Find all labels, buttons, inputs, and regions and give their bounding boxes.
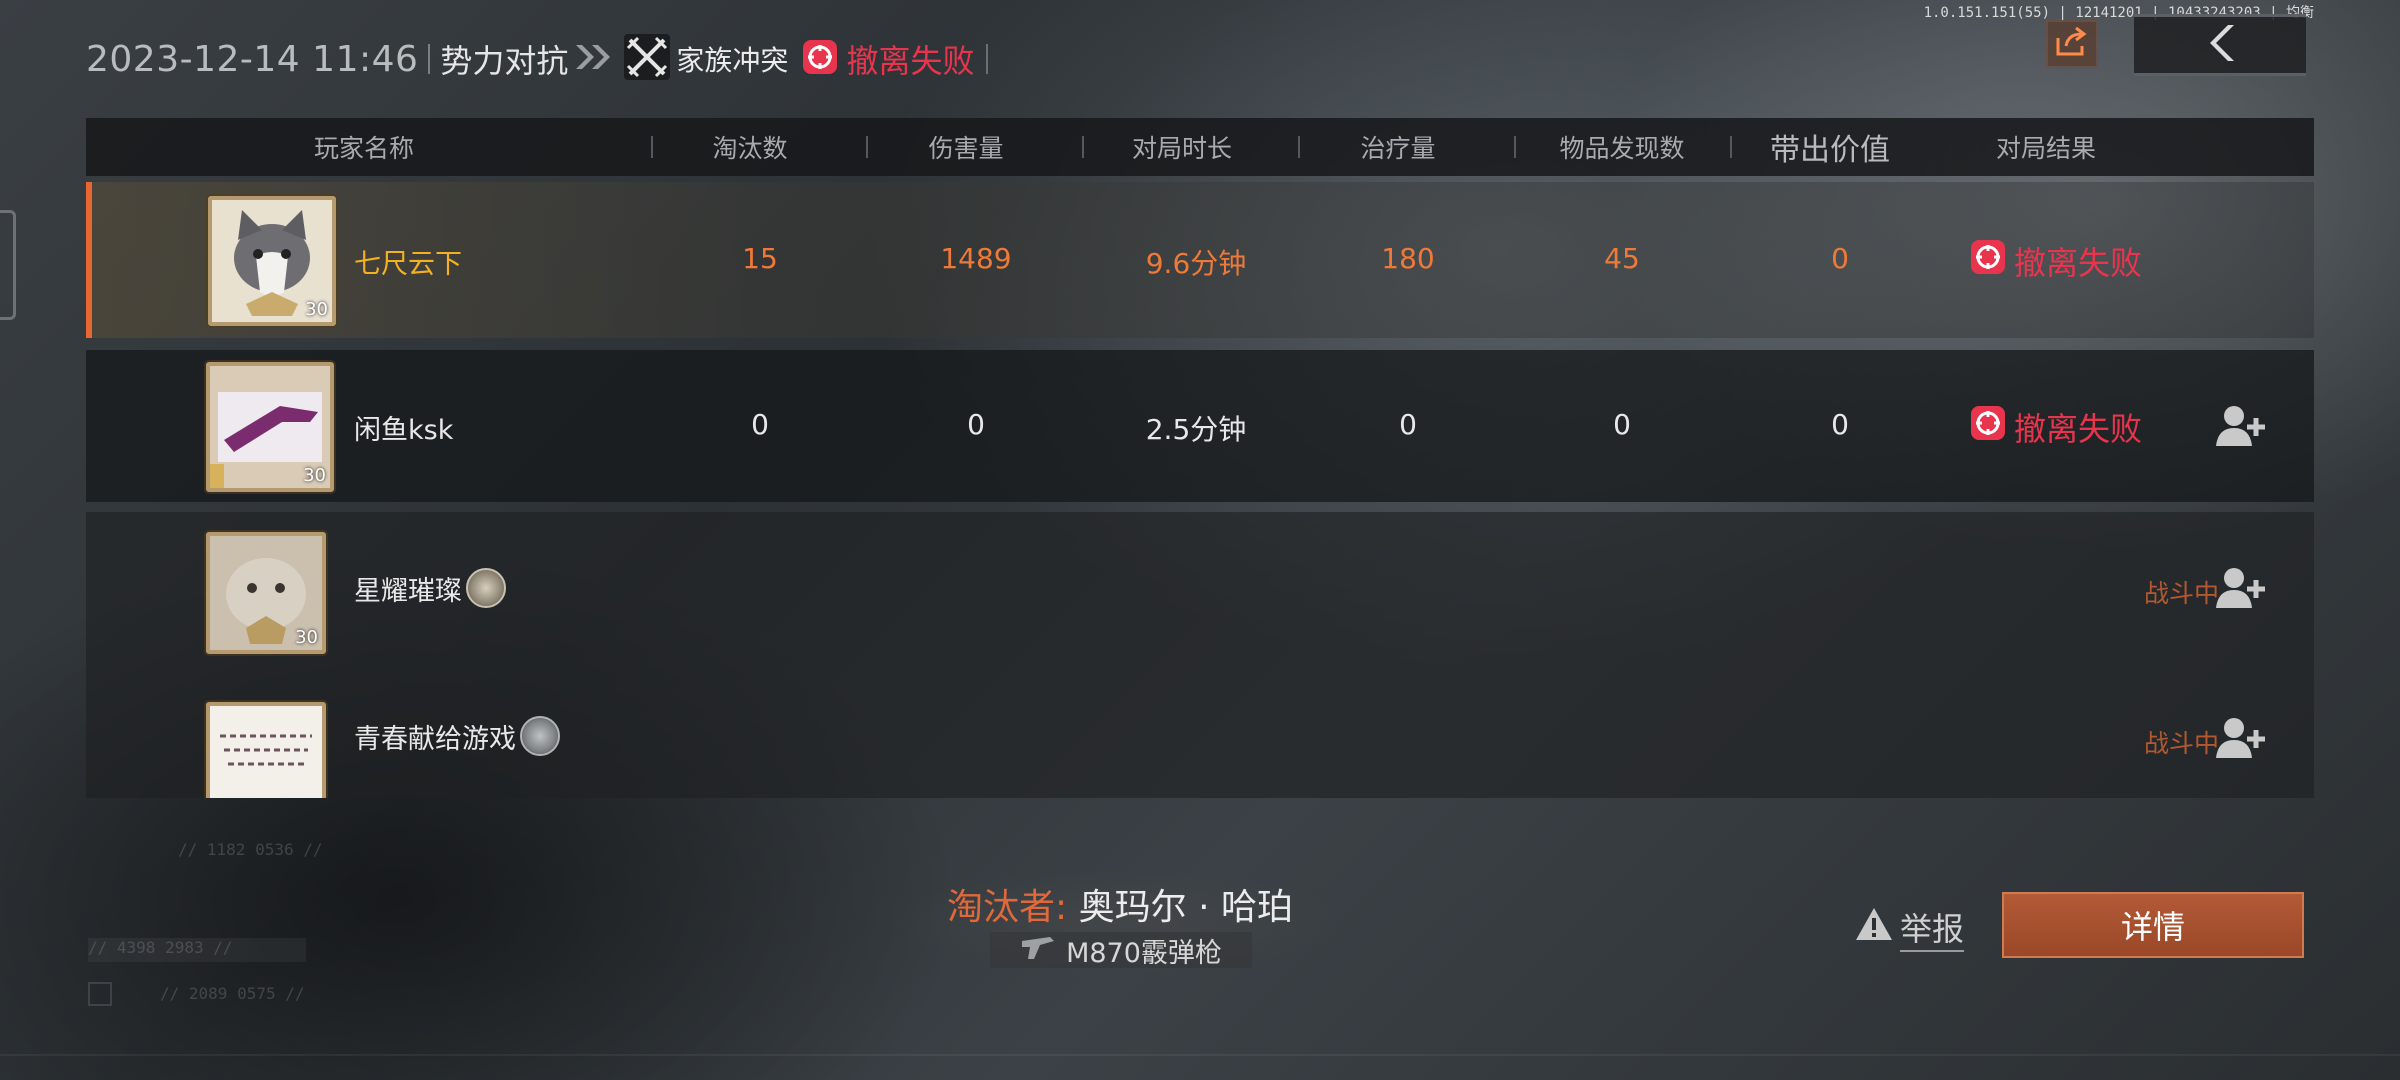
match-mode: 势力对抗	[440, 42, 569, 80]
fail-badge-icon	[1970, 239, 2006, 283]
player-level: 30	[295, 627, 318, 648]
deco-box	[88, 982, 112, 1006]
duration-value: 2.5分钟	[1145, 413, 1247, 446]
col-duration: 对局时长	[1131, 134, 1232, 163]
player-name: 青春献给游戏	[354, 723, 516, 755]
player-name-wrap: 星耀璀璨	[354, 568, 506, 608]
player-level: 30	[303, 465, 326, 486]
add-friend-button[interactable]	[2216, 716, 2266, 760]
result-text: 撤离失败	[2014, 244, 2143, 282]
avatar: 30	[206, 532, 326, 654]
avatar	[206, 702, 326, 798]
crossed-swords-icon	[624, 34, 671, 84]
calligraphy-avatar-image	[210, 706, 322, 798]
back-arrow-icon	[2198, 21, 2242, 69]
result-status: 撤离失败	[1970, 404, 2142, 450]
add-friend-button[interactable]	[2216, 404, 2266, 448]
value-value: 0	[1831, 242, 1849, 275]
rank-badge-icon	[520, 716, 560, 756]
scoreboard-header: 玩家名称 淘汰数 伤害量 对局时长 治疗量 物品发现数 带出价值 对局结果	[86, 118, 2314, 176]
match-submode: 家族冲突	[676, 44, 789, 77]
col-result: 对局结果	[1995, 134, 2096, 163]
col-kills: 淘汰数	[712, 134, 788, 163]
healing-value: 0	[1399, 408, 1417, 441]
duration-value: 9.6分钟	[1145, 247, 1247, 280]
add-friend-icon	[2216, 406, 2265, 446]
player-name: 星耀璀璨	[354, 575, 462, 607]
rank-badge-icon	[466, 568, 506, 608]
deco-coord: // 2089 0575 //	[160, 984, 305, 1003]
killer-line: 淘汰者: 奥玛尔 · 哈珀	[840, 878, 1400, 930]
back-button[interactable]	[2134, 14, 2306, 76]
table-row[interactable]: 30 闲鱼ksk 0 0 2.5分钟 0 0 0 撤离失败	[86, 350, 2314, 502]
add-friend-button[interactable]	[2216, 566, 2266, 610]
col-value: 带出价值	[1770, 133, 1890, 168]
add-friend-icon	[2216, 718, 2265, 758]
divider	[1730, 136, 1732, 158]
result-text: 撤离失败	[2014, 410, 2143, 448]
result-status: 撤离失败	[1970, 238, 2142, 284]
player-name: 闲鱼ksk	[354, 415, 454, 446]
items-value: 0	[1613, 408, 1631, 441]
match-header: 2023-12-14 11:46 势力对抗 家族冲突 撤离失败	[86, 34, 989, 84]
value-value: 0	[1831, 408, 1849, 441]
kills-value: 0	[751, 408, 769, 441]
fail-badge-icon	[802, 39, 838, 79]
share-icon	[2054, 26, 2090, 62]
killer-label: 淘汰者:	[947, 887, 1068, 928]
match-datetime: 2023-12-14 11:46	[86, 38, 419, 80]
warning-triangle-icon	[1854, 906, 1894, 950]
table-row[interactable]: 青春献给游戏 战斗中...	[86, 672, 2314, 798]
table-row[interactable]: 30 七尺云下 15 1489 9.6分钟 180 45 0 撤离失败	[86, 182, 2314, 338]
report-button[interactable]: 举报	[1854, 904, 1965, 952]
col-player: 玩家名称	[313, 134, 414, 163]
col-items: 物品发现数	[1559, 134, 1685, 163]
divider	[1514, 136, 1516, 158]
deco-coord: // 1182 0536 //	[178, 840, 323, 859]
report-label: 举报	[1900, 904, 1965, 952]
details-button[interactable]: 详情	[2002, 892, 2304, 958]
healing-value: 180	[1381, 242, 1435, 275]
col-damage: 伤害量	[928, 134, 1004, 163]
table-row[interactable]: 30 星耀璀璨 战斗中...	[86, 512, 2314, 672]
avatar: 30	[208, 196, 336, 326]
damage-value: 1489	[940, 242, 1012, 275]
divider	[428, 44, 431, 74]
col-healing: 治疗量	[1360, 134, 1436, 163]
kills-value: 15	[742, 242, 778, 275]
killer-name: 奥玛尔 · 哈珀	[1078, 887, 1293, 928]
divider	[986, 44, 989, 74]
divider	[866, 136, 868, 158]
player-name: 七尺云下	[354, 249, 462, 280]
shotgun-icon	[1020, 933, 1056, 968]
deco-code: // 4398 2983 //	[88, 938, 306, 962]
divider	[1082, 136, 1084, 158]
avatar: 30	[206, 362, 334, 492]
match-result: 撤离失败	[846, 42, 975, 80]
weapon-name: M870霰弹枪	[1066, 937, 1222, 969]
double-chevron-right-icon	[574, 42, 614, 76]
divider	[651, 136, 653, 158]
divider	[1298, 136, 1300, 158]
add-friend-icon	[2216, 568, 2265, 608]
divider	[0, 1054, 2400, 1056]
player-level: 30	[305, 299, 328, 320]
killer-weapon: M870霰弹枪	[990, 932, 1252, 969]
player-name-wrap: 青春献给游戏	[354, 716, 560, 756]
items-value: 45	[1604, 242, 1640, 275]
damage-value: 0	[967, 408, 985, 441]
fail-badge-icon	[1970, 405, 2006, 449]
side-tab-handle[interactable]	[0, 210, 16, 320]
share-button[interactable]	[2046, 20, 2098, 68]
